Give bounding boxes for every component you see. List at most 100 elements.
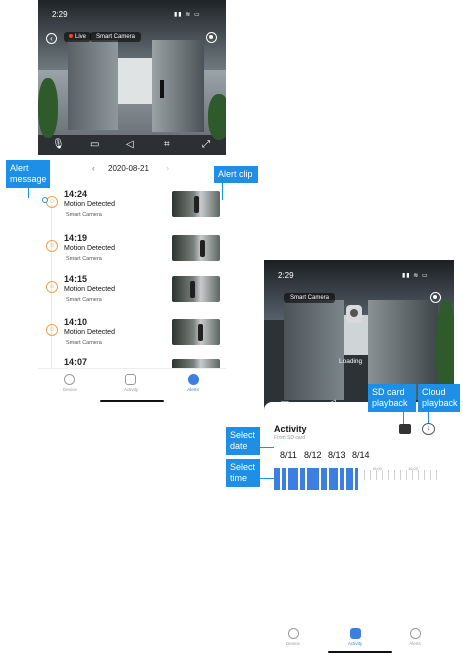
callout-connector — [403, 410, 404, 424]
live-video-view[interactable]: 2:29 ▮▮ ≋ ▭ ‹ Live Smart Camera 🎙 ▭ ◁ ⌗ … — [38, 0, 226, 155]
status-icons: ▮▮ ≋ ▭ — [402, 273, 429, 279]
callout-select-date: Select date — [226, 427, 260, 455]
recording-segment — [288, 468, 298, 490]
alert-event: Motion Detected — [64, 286, 115, 293]
tab-activity[interactable]: Activity — [116, 387, 146, 392]
time-tick — [364, 470, 365, 480]
alert-clip-thumbnail[interactable] — [172, 319, 220, 345]
alert-camera: Smart Camera — [66, 212, 102, 218]
camera-name: Smart Camera — [90, 32, 142, 42]
alerts-icon[interactable] — [410, 628, 421, 639]
loading-text: Loading — [339, 358, 363, 365]
recording-segment — [346, 468, 353, 490]
recording-segment — [329, 468, 338, 490]
time-tick — [418, 470, 419, 480]
callout-sd-card-playback: SD card playback — [368, 384, 416, 412]
alert-item[interactable]: ☺ 14:10 Motion Detected Smart Camera — [38, 317, 226, 357]
video-left-wall — [284, 300, 344, 400]
alert-item[interactable]: ☺ 14:19 Motion Detected Smart Camera — [38, 233, 226, 273]
recording-segment — [340, 468, 344, 490]
crop-icon[interactable]: ⌗ — [164, 139, 170, 150]
date-tab[interactable]: 8/14 — [352, 450, 370, 460]
next-date-chevron-icon[interactable]: › — [166, 163, 169, 173]
phone-alerts-screen: 2:29 ▮▮ ≋ ▭ ‹ Live Smart Camera 🎙 ▭ ◁ ⌗ … — [38, 0, 226, 410]
cloud-download-icon[interactable]: ↓ — [422, 423, 435, 435]
activity-icon[interactable] — [350, 628, 361, 639]
recording-segment — [355, 468, 358, 490]
time-tick — [424, 470, 425, 480]
time-tick — [394, 470, 395, 480]
time-tick — [406, 470, 407, 480]
device-icon[interactable] — [288, 628, 299, 639]
callout-connector — [260, 447, 274, 448]
callout-cloud-playback: Cloud playback — [418, 384, 460, 412]
record-icon[interactable]: ▭ — [90, 139, 99, 150]
gear-icon[interactable] — [206, 32, 217, 43]
alert-item[interactable]: ☺ 14:15 Motion Detected Smart Camera — [38, 274, 226, 314]
clip-person — [200, 240, 205, 257]
time-tick — [430, 470, 431, 480]
time-tick — [370, 470, 371, 480]
video-plant-left — [38, 78, 58, 138]
alert-time: 14:15 — [64, 274, 88, 284]
alert-time: 14:10 — [64, 317, 88, 327]
sd-card-icon[interactable] — [399, 424, 411, 434]
time-tick — [382, 470, 383, 480]
alert-clip-thumbnail[interactable] — [172, 276, 220, 302]
tab-device[interactable]: Device — [55, 387, 85, 392]
alert-camera: Smart Camera — [66, 340, 102, 346]
bottom-tab-bar: Device Activity Alerts — [38, 368, 226, 398]
clip-person — [190, 281, 195, 298]
fullscreen-icon[interactable]: ⤢ — [202, 139, 210, 150]
callout-connector — [428, 410, 429, 423]
video-corridor-end — [118, 58, 152, 104]
previous-date-chevron-icon[interactable]: ‹ — [92, 163, 95, 173]
back-icon[interactable]: ‹ — [46, 33, 57, 44]
callout-connector — [260, 478, 274, 479]
status-time: 2:29 — [52, 10, 68, 19]
person-motion-icon: ☺ — [46, 281, 58, 293]
video-person — [160, 80, 164, 98]
date-tab[interactable]: 8/13 — [328, 450, 346, 460]
alert-item[interactable]: ☺ 14:24 Motion Detected Smart Camera — [38, 189, 226, 229]
tab-alerts[interactable]: Alerts — [400, 641, 430, 646]
selected-date[interactable]: 2020-08-21 — [108, 164, 149, 173]
date-tab[interactable]: 8/12 — [304, 450, 322, 460]
callout-select-time: Select time — [226, 459, 260, 487]
status-icons: ▮▮ ≋ ▭ — [174, 12, 201, 18]
time-tick — [400, 470, 401, 480]
tab-alerts[interactable]: Alerts — [178, 387, 208, 392]
alert-clip-thumbnail[interactable] — [172, 191, 220, 217]
activity-title: Activity — [274, 424, 307, 434]
date-tab[interactable]: 8/11 — [280, 450, 297, 460]
gear-icon[interactable] — [430, 292, 441, 303]
time-tick-label: 15:00 — [372, 466, 383, 471]
video-plant-right — [208, 94, 226, 140]
clip-person — [194, 196, 199, 213]
alert-event: Motion Detected — [64, 201, 115, 208]
tab-activity[interactable]: Activity — [340, 641, 370, 646]
callout-connector — [222, 180, 223, 200]
callout-marker — [42, 197, 48, 203]
alerts-icon[interactable] — [188, 374, 199, 385]
camera-name: Smart Camera — [284, 293, 336, 303]
alert-time: 14:24 — [64, 189, 88, 199]
tab-device[interactable]: Device — [278, 641, 308, 646]
recording-segment — [274, 468, 280, 490]
person-motion-icon: ☺ — [46, 240, 58, 252]
recording-segment — [307, 468, 319, 490]
alert-time: 14:07 — [64, 357, 88, 367]
microphone-icon[interactable]: 🎙 — [52, 139, 65, 150]
device-icon[interactable] — [64, 374, 75, 385]
alert-event: Motion Detected — [64, 245, 115, 252]
time-scrubber[interactable] — [274, 468, 452, 490]
video-left-wall — [68, 40, 118, 130]
mute-icon[interactable]: ◁ — [126, 139, 134, 150]
activity-icon[interactable] — [125, 374, 136, 385]
time-tick — [412, 470, 413, 480]
recording-segment — [300, 468, 305, 490]
alert-clip-thumbnail[interactable] — [172, 235, 220, 261]
alert-time: 14:19 — [64, 233, 88, 243]
alert-camera: Smart Camera — [66, 256, 102, 262]
alert-camera: Smart Camera — [66, 297, 102, 303]
